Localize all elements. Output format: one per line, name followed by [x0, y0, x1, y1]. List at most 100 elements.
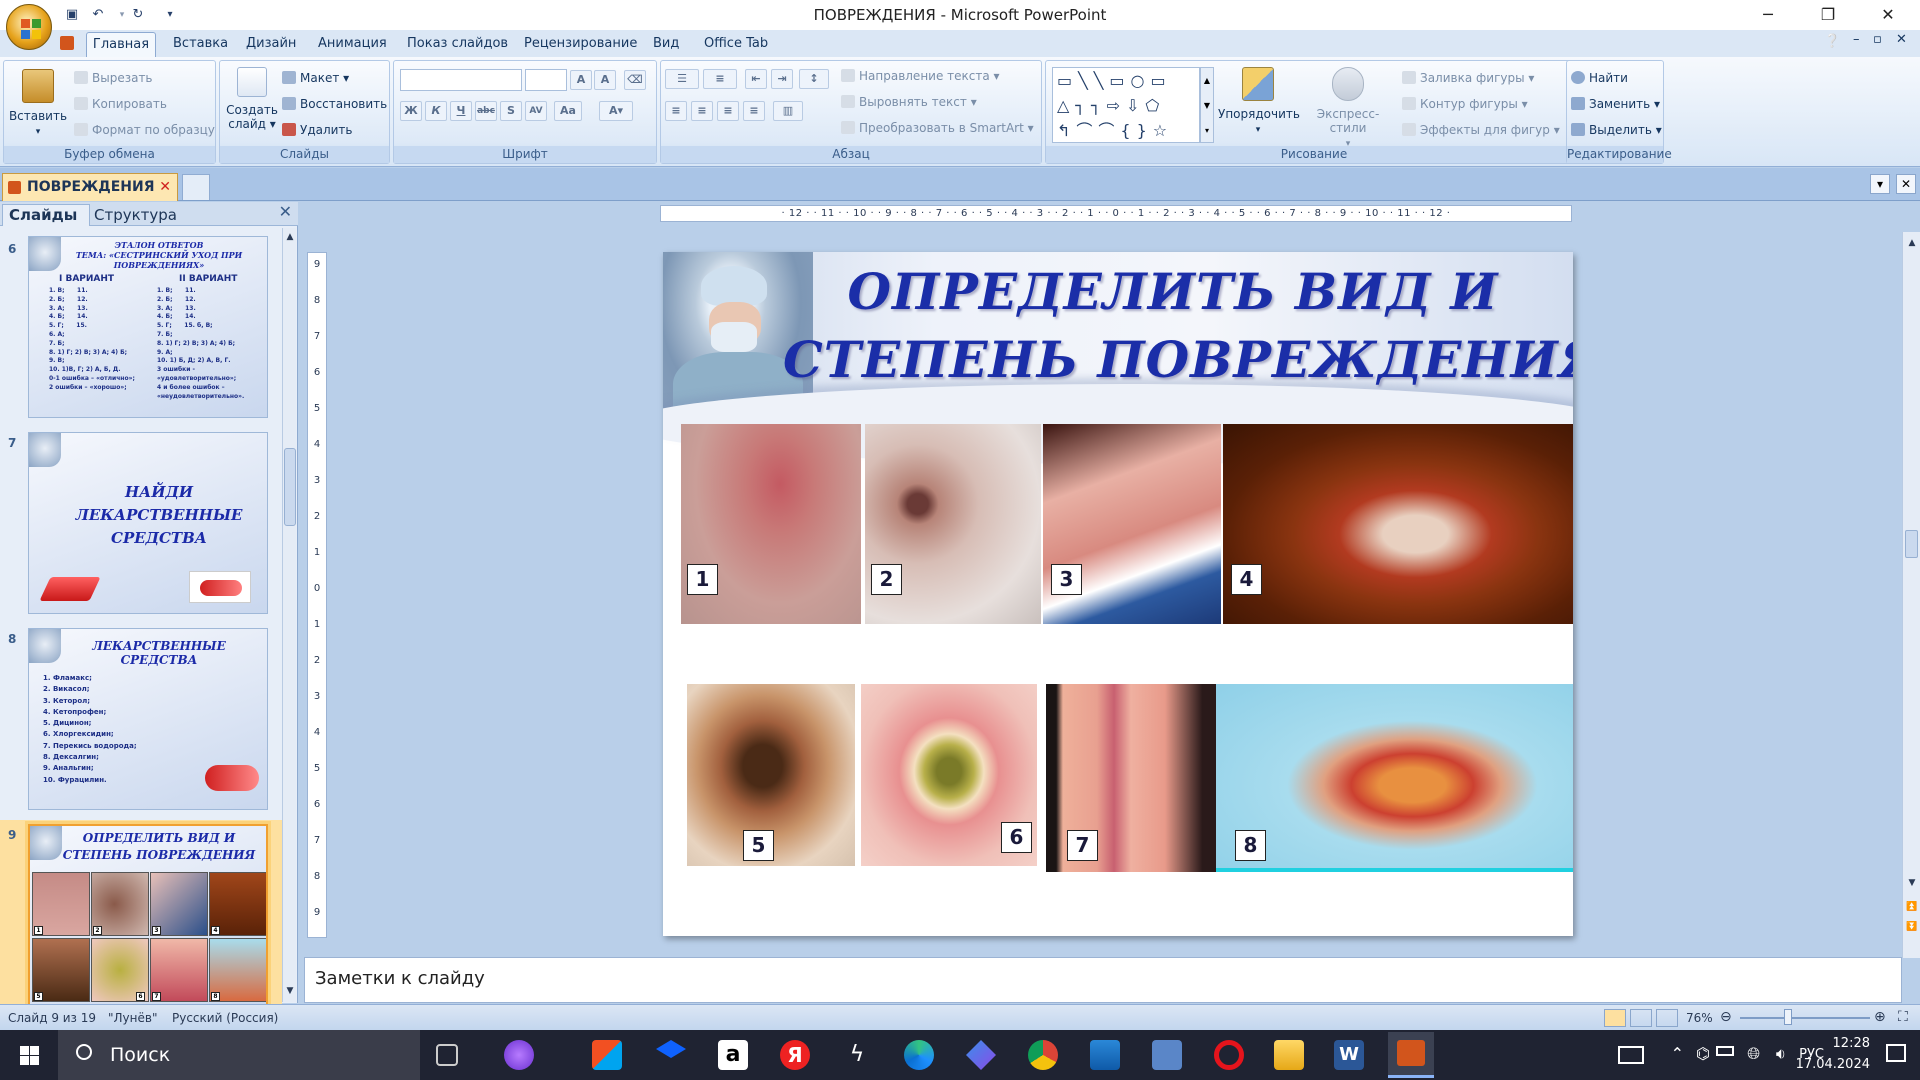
underline-button[interactable]: Ч	[450, 101, 472, 121]
tab-review[interactable]: Рецензирование	[524, 36, 637, 51]
numbering-button[interactable]: ≡	[703, 69, 737, 89]
word-icon[interactable]: W	[1334, 1040, 1364, 1070]
next-slide-icon[interactable]: ⏬	[1905, 920, 1919, 934]
line-spacing-button[interactable]: ↕	[799, 69, 829, 89]
slide-thumbnail-6[interactable]: ЭТАЛОН ОТВЕТОВ ТЕМА: «СЕСТРИНСКИЙ УХОД П…	[28, 236, 268, 418]
tab-slideshow[interactable]: Показ слайдов	[407, 36, 508, 51]
slide-thumbnail-7[interactable]: НАЙДИ ЛЕКАРСТВЕННЫЕ СРЕДСТВА	[28, 432, 268, 614]
scroll-down-icon[interactable]: ▼	[1905, 876, 1919, 890]
scroll-down-icon[interactable]: ▼	[283, 984, 297, 998]
clear-format-button[interactable]: ⌫	[624, 70, 646, 90]
computer-icon[interactable]	[1152, 1040, 1182, 1070]
slide-scrollbar[interactable]: ▲ ▼ ⏫ ⏬	[1902, 232, 1920, 958]
office-button[interactable]	[6, 4, 52, 50]
zoom-level[interactable]: 76%	[1686, 1011, 1713, 1025]
tab-insert[interactable]: Вставка	[173, 36, 228, 51]
notifications-icon[interactable]	[1886, 1044, 1906, 1062]
slide-title[interactable]: ОПРЕДЕЛИТЬ ВИД И СТЕПЕНЬ ПОВРЕЖДЕНИЯ	[783, 258, 1573, 394]
new-tab-button[interactable]	[182, 174, 210, 200]
ribbon-close-icon[interactable]: ✕	[1896, 32, 1907, 47]
previous-slide-icon[interactable]: ⏫	[1905, 900, 1919, 914]
scroll-up-icon[interactable]: ▲	[1905, 236, 1919, 250]
tab-list-dropdown[interactable]: ▾	[1870, 174, 1890, 194]
shapes-gallery[interactable]: ▭╲╲▭○▭ △┐┐⇨⇩⬠ ↰⌒⌒{}☆	[1052, 67, 1200, 143]
panel-scroll-thumb[interactable]	[284, 448, 296, 526]
photo-4[interactable]	[1223, 424, 1573, 624]
shadow-button[interactable]: S	[500, 101, 522, 121]
opera-icon[interactable]	[1214, 1040, 1244, 1070]
yandex-browser-icon[interactable]: Я	[780, 1040, 810, 1070]
photo-8[interactable]	[1216, 684, 1573, 872]
mail-icon[interactable]	[1090, 1040, 1120, 1070]
quick-styles-button[interactable]: Экспресс-стили ▾	[1300, 67, 1396, 151]
zoom-slider-thumb[interactable]	[1784, 1009, 1792, 1025]
minimize-button[interactable]: ─	[1740, 0, 1796, 30]
tab-view[interactable]: Вид	[653, 36, 679, 51]
align-right-button[interactable]: ≡	[717, 101, 739, 121]
clock[interactable]: 12:28 17.04.2024	[1796, 1036, 1870, 1072]
sorter-view-button[interactable]	[1630, 1009, 1652, 1027]
winamp-icon[interactable]: ϟ	[842, 1040, 872, 1070]
select-button[interactable]: Выделить ▾	[1571, 123, 1662, 137]
font-name-box[interactable]	[400, 69, 522, 91]
ribbon-minimize-icon[interactable]: –	[1853, 32, 1860, 47]
doc-tab-povrezhdeniya[interactable]: ПОВРЕЖДЕНИЯ ✕	[2, 173, 178, 201]
format-painter-button[interactable]: Формат по образцу	[74, 123, 215, 137]
amazon-icon[interactable]: a	[718, 1040, 748, 1070]
network-status-icon[interactable]: ⌬	[1696, 1044, 1710, 1063]
battery-icon[interactable]	[1716, 1046, 1734, 1056]
layout-button[interactable]: Макет ▾	[282, 71, 349, 85]
ribbon-restore-icon[interactable]: ▫	[1873, 32, 1882, 47]
decrease-indent-button[interactable]: ⇤	[745, 69, 767, 89]
change-case-button[interactable]: Aa	[554, 101, 582, 121]
shape-effects-button[interactable]: Эффекты для фигур ▾	[1402, 123, 1560, 137]
replace-button[interactable]: Заменить ▾	[1571, 97, 1660, 111]
zoom-out-icon[interactable]: ⊖	[1720, 1009, 1732, 1025]
find-button[interactable]: Найти	[1571, 71, 1628, 85]
align-left-button[interactable]: ≡	[665, 101, 687, 121]
globe-icon[interactable]: 🌐︎	[1747, 1044, 1760, 1064]
volume-icon[interactable]: 🔉︎	[1776, 1044, 1786, 1064]
fit-window-icon[interactable]: ⛶	[1898, 1009, 1908, 1025]
slide-thumbnail-8[interactable]: ЛЕКАРСТВЕННЫЕ СРЕДСТВА 1. Фламакс; 2. Ви…	[28, 628, 268, 810]
align-center-button[interactable]: ≡	[691, 101, 713, 121]
tab-design[interactable]: Дизайн	[246, 36, 296, 51]
font-size-box[interactable]	[525, 69, 567, 91]
slide-scroll-thumb[interactable]	[1905, 530, 1918, 558]
scroll-up-icon[interactable]: ▲	[283, 230, 297, 244]
tab-office-tab[interactable]: Office Tab	[704, 36, 768, 51]
columns-button[interactable]: ▥	[773, 101, 803, 121]
close-all-tabs-button[interactable]: ✕	[1896, 174, 1916, 194]
close-panel-icon[interactable]: ✕	[279, 202, 292, 221]
powerpoint-taskbar-active[interactable]	[1388, 1032, 1434, 1078]
arrange-button[interactable]: Упорядочить ▾	[1218, 67, 1300, 137]
shapes-scroll[interactable]: ▲ ▼ ▾	[1200, 67, 1214, 143]
delete-slide-button[interactable]: Удалить	[282, 123, 353, 137]
close-tab-icon[interactable]: ✕	[159, 174, 171, 200]
keyboard-icon[interactable]	[1618, 1046, 1644, 1064]
start-button[interactable]	[0, 1030, 58, 1080]
slide-canvas[interactable]: ОПРЕДЕЛИТЬ ВИД И СТЕПЕНЬ ПОВРЕЖДЕНИЯ 1 2 3…	[663, 252, 1573, 936]
new-slide-button[interactable]: Создать слайд ▾	[224, 67, 280, 131]
smartart-button[interactable]: Преобразовать в SmartArt ▾	[841, 121, 1034, 135]
slide-thumbnail-9[interactable]: ОПРЕДЕЛИТЬ ВИД И СТЕПЕНЬ ПОВРЕЖДЕНИЯ 1 2 3…	[28, 824, 268, 1006]
task-view-icon[interactable]	[436, 1044, 458, 1066]
restore-button[interactable]: ❐	[1800, 0, 1856, 30]
store-icon[interactable]	[592, 1040, 622, 1070]
increase-indent-button[interactable]: ⇥	[771, 69, 793, 89]
tray-chevron-icon[interactable]: ⌃	[1671, 1044, 1684, 1063]
justify-button[interactable]: ≡	[743, 101, 765, 121]
strike-button[interactable]: abc	[475, 101, 497, 121]
zoom-slider[interactable]	[1740, 1017, 1870, 1019]
dropbox-icon[interactable]	[656, 1040, 686, 1058]
spacing-button[interactable]: AV	[525, 101, 547, 121]
notes-pane[interactable]: Заметки к слайду	[304, 957, 1902, 1003]
font-color-button[interactable]: A▾	[599, 101, 633, 121]
tab-slides[interactable]: Слайды	[2, 204, 90, 226]
reset-button[interactable]: Восстановить	[282, 97, 387, 111]
slideshow-view-button[interactable]	[1656, 1009, 1678, 1027]
paste-button[interactable]: Вставить ▾	[8, 69, 68, 139]
copy-button[interactable]: Копировать	[74, 97, 167, 111]
zoom-in-icon[interactable]: ⊕	[1874, 1009, 1886, 1025]
shape-outline-button[interactable]: Контур фигуры ▾	[1402, 97, 1528, 111]
